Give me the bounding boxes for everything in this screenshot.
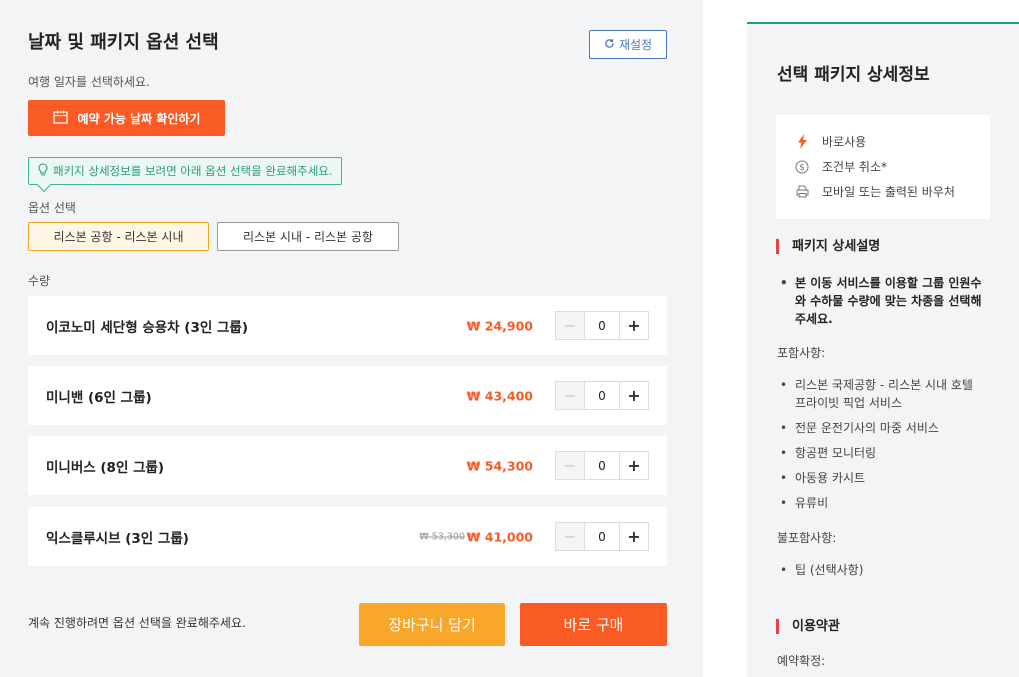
list-item: 미니버스 (8인 그룹) ₩ 54,300 − 0 +	[28, 436, 667, 495]
included-list: 리스본 국제공항 - 리스본 시내 호텔 프라이빗 픽업 서비스 전문 운전기사…	[777, 376, 987, 519]
excluded-label: 불포함사항:	[777, 531, 837, 545]
details-title: 선택 패키지 상세정보	[777, 65, 930, 85]
quantity-value[interactable]: 0	[585, 452, 619, 479]
increase-button[interactable]: +	[619, 452, 648, 479]
item-name: 이코노미 세단형 승용차 (3인 그룹)	[46, 319, 248, 336]
quantity-value[interactable]: 0	[585, 523, 619, 550]
list-item: 미니밴 (6인 그룹) ₩ 43,400 − 0 +	[28, 366, 667, 425]
terms-sub-label: 예약확정:	[777, 654, 826, 668]
quantity-stepper: − 0 +	[555, 522, 649, 551]
add-to-cart-button[interactable]: 장바구니 담기	[359, 603, 505, 646]
item-price: ₩ 43,400	[466, 388, 533, 403]
buy-now-button[interactable]: 바로 구매	[520, 603, 667, 646]
calendar-icon	[52, 110, 68, 127]
description-list: 본 이동 서비스를 이용할 그룹 인원수와 수하물 수량에 맞는 차종을 선택해…	[777, 274, 987, 335]
option-label: 옵션 선택	[28, 201, 76, 215]
reset-button[interactable]: 재설정	[589, 30, 667, 59]
reset-button-label: 재설정	[618, 38, 653, 52]
feature-label: 모바일 또는 출력된 바우처	[822, 185, 955, 199]
option-airport-to-city[interactable]: 리스본 공항 - 리스본 시내	[28, 222, 209, 251]
decrease-button[interactable]: −	[556, 312, 585, 339]
dollar-icon: $	[794, 160, 810, 174]
item-price: ₩ 41,000	[466, 529, 533, 544]
feature-label: 조건부 취소*	[822, 160, 888, 174]
quantity-label: 수량	[28, 274, 51, 288]
quantity-value[interactable]: 0	[585, 312, 619, 339]
quantity-stepper: − 0 +	[555, 451, 649, 480]
list-item: 본 이동 서비스를 이용할 그룹 인원수와 수하물 수량에 맞는 차종을 선택해…	[777, 274, 987, 328]
package-details-panel: 선택 패키지 상세정보 바로사용 $ 조건부 취소* 모바일 또는 출력된 바우…	[747, 22, 1019, 677]
list-item: 항공편 모니터링	[777, 444, 987, 462]
decrease-button[interactable]: −	[556, 452, 585, 479]
printer-icon	[794, 185, 810, 198]
info-tooltip: 패키지 상세정보를 보려면 아래 옵션 선택을 완료해주세요.	[28, 157, 342, 185]
option-panel: 날짜 및 패키지 옵션 선택 재설정 여행 일자를 선택하세요. 예약 가능 날…	[0, 0, 703, 677]
lightbulb-icon	[37, 163, 49, 179]
refresh-icon	[604, 38, 615, 52]
list-item: 전문 운전기사의 마중 서비스	[777, 419, 987, 437]
list-item: 익스클루시브 (3인 그룹) ₩ 53,300 ₩ 41,000 − 0 +	[28, 507, 667, 566]
item-price: ₩ 54,300	[466, 458, 533, 473]
info-tooltip-text: 패키지 상세정보를 보려면 아래 옵션 선택을 완료해주세요.	[53, 164, 333, 178]
list-item: 이코노미 세단형 승용차 (3인 그룹) ₩ 24,900 − 0 +	[28, 296, 667, 355]
lightning-icon	[794, 134, 810, 149]
svg-text:$: $	[799, 163, 805, 173]
item-price: ₩ 24,900	[466, 318, 533, 333]
decrease-button[interactable]: −	[556, 523, 585, 550]
list-item: 유류비	[777, 494, 987, 512]
features-box: 바로사용 $ 조건부 취소* 모바일 또는 출력된 바우처	[776, 115, 990, 219]
check-dates-label: 예약 가능 날짜 확인하기	[77, 111, 201, 126]
feature-instant-use: 바로사용	[794, 129, 972, 154]
increase-button[interactable]: +	[619, 523, 648, 550]
check-dates-button[interactable]: 예약 가능 날짜 확인하기	[28, 100, 225, 136]
list-item: 리스본 국제공항 - 리스본 시내 호텔 프라이빗 픽업 서비스	[777, 376, 987, 412]
item-name: 미니버스 (8인 그룹)	[46, 459, 165, 476]
decrease-button[interactable]: −	[556, 382, 585, 409]
list-item: 팁 (선택사항)	[777, 561, 987, 579]
terms-heading: 이용약관	[776, 619, 840, 634]
item-name: 익스클루시브 (3인 그룹)	[46, 530, 189, 547]
feature-cancellation: $ 조건부 취소*	[794, 154, 972, 179]
quantity-stepper: − 0 +	[555, 381, 649, 410]
page-title: 날짜 및 패키지 옵션 선택	[28, 32, 219, 53]
included-label: 포함사항:	[777, 346, 826, 360]
item-name: 미니밴 (6인 그룹)	[46, 389, 152, 406]
excluded-list: 팁 (선택사항)	[777, 561, 987, 586]
bottom-hint: 계속 진행하려면 옵션 선택을 완료해주세요.	[28, 616, 246, 630]
original-price: ₩ 53,300	[419, 531, 465, 542]
feature-label: 바로사용	[822, 135, 867, 149]
list-item: 아동용 카시트	[777, 469, 987, 487]
date-hint: 여행 일자를 선택하세요.	[28, 75, 150, 89]
description-heading: 패키지 상세설명	[776, 239, 880, 254]
feature-voucher: 모바일 또는 출력된 바우처	[794, 179, 972, 204]
quantity-stepper: − 0 +	[555, 311, 649, 340]
quantity-value[interactable]: 0	[585, 382, 619, 409]
option-city-to-airport[interactable]: 리스본 시내 - 리스본 공항	[217, 222, 399, 251]
increase-button[interactable]: +	[619, 382, 648, 409]
increase-button[interactable]: +	[619, 312, 648, 339]
